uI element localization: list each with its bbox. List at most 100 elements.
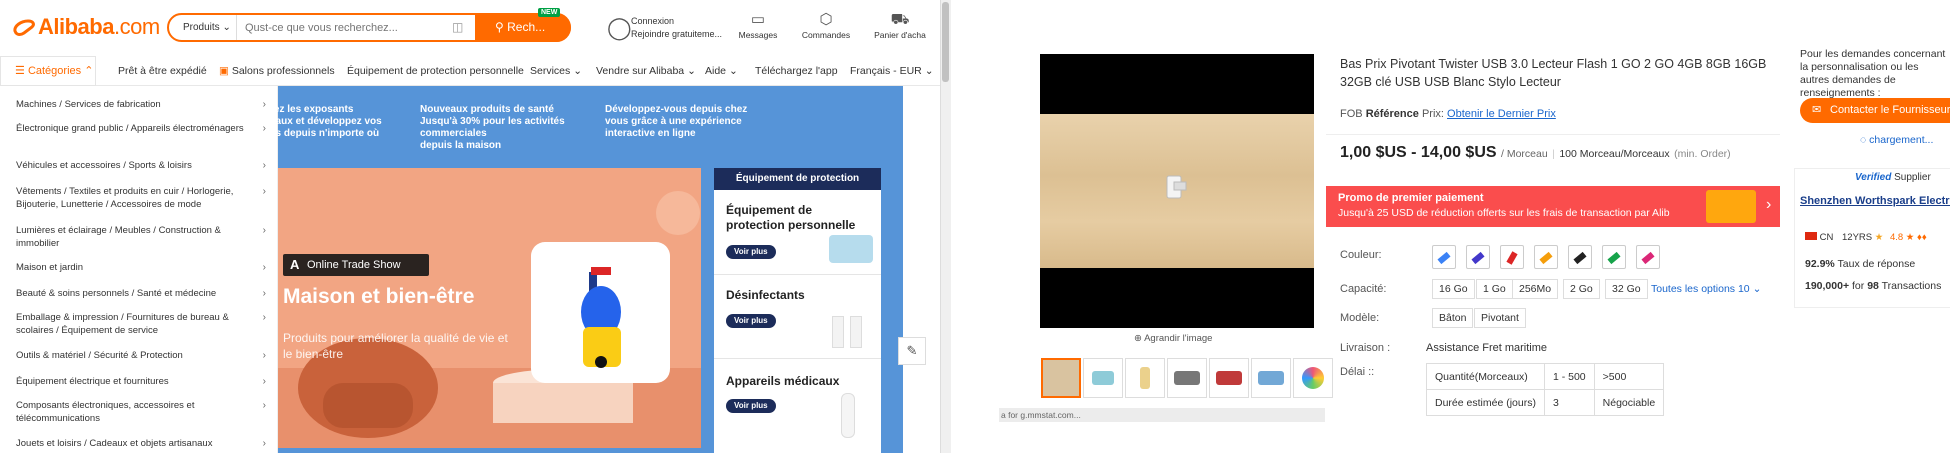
category-item[interactable]: Emballage & impression / Fournitures de … (16, 312, 266, 337)
thumbnail[interactable] (1209, 358, 1249, 398)
color-swatch[interactable] (1432, 245, 1456, 269)
banner-text-line: depuis la maison (420, 140, 502, 151)
side-item-title[interactable]: Désinfectants (726, 288, 866, 303)
model-option[interactable]: Bâton (1432, 308, 1474, 328)
nav-ppe[interactable]: Équipement de protection personnelle (347, 65, 524, 77)
china-flag-icon (1805, 232, 1817, 240)
account-menu[interactable]: ◯ Connexion Rejoindre gratuiteme... (607, 16, 747, 46)
capacity-option[interactable]: 32 Go (1605, 279, 1648, 299)
color-swatch[interactable] (1602, 245, 1626, 269)
response-rate-value: 92.9% (1805, 258, 1835, 270)
diamond-icon: ♦♦ (1916, 232, 1927, 243)
zoom-image-link[interactable]: ⊕ Agrandir l'image (1134, 333, 1212, 344)
category-item[interactable]: Équipement électrique et fournitures › (16, 376, 266, 389)
color-label: Couleur: (1340, 249, 1382, 261)
thumbnail[interactable] (1125, 358, 1165, 398)
categories-button[interactable]: ☰ Catégories ⌃ (0, 56, 96, 86)
color-swatch[interactable] (1500, 245, 1524, 269)
side-item-title[interactable]: Équipement de protection personnelle (726, 203, 866, 233)
nav-trade-shows[interactable]: ▣ Salons professionnels (219, 65, 335, 77)
color-swatch[interactable] (1636, 245, 1660, 269)
banner-text-line: Nouveaux produits de santé (420, 104, 554, 115)
promo-title: Maison et bien-être (283, 285, 475, 308)
promo-product-card[interactable] (531, 242, 670, 383)
scrollbar-thumb[interactable] (942, 2, 949, 82)
category-item[interactable]: Machines / Services de fabrication › (16, 99, 266, 112)
color-swatch[interactable] (1466, 245, 1490, 269)
thumbnail[interactable] (1251, 358, 1291, 398)
table-cell: >500 (1593, 363, 1665, 390)
transactions-label: Transactions (1881, 280, 1942, 292)
get-latest-price-link[interactable]: Obtenir le Dernier Prix (1447, 108, 1556, 120)
category-item[interactable]: Beauté & soins personnels / Santé et méd… (16, 288, 266, 301)
product-photo (1040, 114, 1314, 268)
capacity-option[interactable]: 1 Go (1476, 279, 1513, 299)
contact-supplier-button[interactable]: ✉ Contacter le Fournisseur (1800, 98, 1950, 123)
thumbnail[interactable] (1167, 358, 1207, 398)
category-item[interactable]: Maison et jardin › (16, 262, 266, 275)
orders-button[interactable]: ⬡ Commandes (798, 12, 854, 41)
category-item[interactable]: Jouets et loisirs / Cadeaux et objets ar… (16, 438, 266, 451)
banner-text-3[interactable]: Développez-vous depuis chez vous grâce à… (605, 104, 775, 140)
product-title: Bas Prix Pivotant Twister USB 3.0 Lecteu… (1340, 57, 1767, 89)
contact-supplier-label: Contacter le Fournisseur (1830, 104, 1950, 116)
cart-icon: ⛟ (890, 12, 910, 28)
category-item[interactable]: Vêtements / Textiles et produits en cuir… (16, 186, 266, 211)
camera-icon[interactable]: ◫ (452, 20, 466, 34)
category-item[interactable]: Outils & matériel / Sécurité & Protectio… (16, 350, 266, 363)
nav-bar: Prêt à être expédié ▣ Salons professionn… (0, 56, 940, 86)
category-item[interactable]: Composants électroniques, accessoires et… (16, 400, 266, 425)
side-item-title[interactable]: Appareils médicaux (726, 374, 866, 389)
usb-swatch-icon (1437, 251, 1451, 265)
nav-ready-to-ship[interactable]: Prêt à être expédié (118, 65, 207, 77)
thumbnail[interactable] (1083, 358, 1123, 398)
see-more-button[interactable]: Voir plus (726, 399, 776, 413)
thermometer-image (841, 393, 855, 438)
category-label: Vêtements / Textiles et produits en cuir… (16, 186, 234, 210)
transactions-amount: 190,000+ (1805, 280, 1850, 292)
chevron-right-icon: › (262, 123, 266, 134)
sign-in-link[interactable]: Connexion (631, 16, 674, 26)
nav-sell[interactable]: Vendre sur Alibaba ⌄ (596, 65, 696, 77)
cart-button[interactable]: ⛟ Panier d'acha (870, 12, 930, 40)
price-range: 1,00 $US - 14,00 $US (1340, 144, 1497, 161)
banner-text-2[interactable]: Nouveaux produits de santé Jusqu'à 30% p… (420, 104, 590, 152)
nav-services[interactable]: Services ⌄ (530, 65, 582, 77)
see-more-button[interactable]: Voir plus (726, 245, 776, 259)
banner-text-line: vous grâce à une expérience (605, 116, 742, 127)
category-item[interactable]: Électronique grand public / Appareils él… (16, 123, 266, 136)
nav-download-app[interactable]: Téléchargez l'app (755, 65, 838, 77)
nav-help[interactable]: Aide ⌄ (705, 65, 738, 77)
model-option[interactable]: Pivotant (1474, 308, 1526, 328)
color-swatch[interactable] (1534, 245, 1558, 269)
chevron-right-icon: › (262, 376, 266, 387)
category-label: Jouets et loisirs / Cadeaux et objets ar… (16, 438, 213, 449)
category-item[interactable]: Lumières et éclairage / Meubles / Constr… (16, 225, 266, 250)
capacity-option[interactable]: 256Mo (1512, 279, 1559, 299)
supplier-company-link[interactable]: Shenzhen Worthspark Electronic (1800, 195, 1950, 207)
see-more-button[interactable]: Voir plus (726, 314, 776, 328)
thumbnail[interactable] (1293, 358, 1333, 398)
messages-button[interactable]: ▭ Messages (735, 12, 781, 41)
category-item[interactable]: Véhicules et accessoires / Sports & lois… (16, 160, 266, 173)
chevron-right-icon: › (262, 438, 266, 449)
language-currency-select[interactable]: Français - EUR ⌄ (850, 65, 934, 77)
first-payment-promo[interactable]: Promo de premier paiement Jusqu'à 25 USD… (1326, 186, 1780, 227)
disinfectant-image (832, 316, 844, 348)
category-label: Outils & matériel / Sécurité & Protectio… (16, 350, 183, 361)
alibaba-logo[interactable]: Alibaba.com (12, 14, 160, 40)
color-swatch[interactable] (1568, 245, 1592, 269)
capacity-option[interactable]: 2 Go (1563, 279, 1600, 299)
search-category-select[interactable]: Produits ⌄ (169, 15, 237, 40)
all-options-link[interactable]: Toutes les options 10 ⌄ (1651, 283, 1761, 295)
chevron-right-icon: › (262, 400, 266, 411)
search-button[interactable]: ⚲ Rech... (475, 13, 571, 42)
join-free-link[interactable]: Rejoindre gratuiteme... (631, 29, 722, 39)
capacity-option[interactable]: 16 Go (1432, 279, 1475, 299)
banner-text-1[interactable]: rez les exposants eaux et développez vos… (270, 104, 400, 140)
thumbnail[interactable] (1041, 358, 1081, 398)
search-button-label: Rech... (507, 20, 546, 34)
search-input[interactable] (245, 18, 445, 37)
chevron-right-icon: › (262, 99, 266, 110)
feedback-icon[interactable]: ✎ (898, 337, 926, 365)
